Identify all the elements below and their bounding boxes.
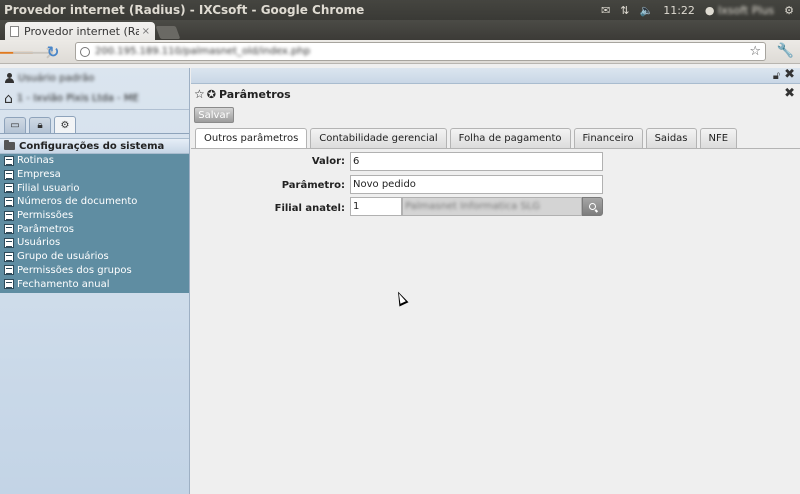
main-topbar: 🔓︎ ✖ bbox=[191, 67, 800, 84]
reload-icon[interactable]: ↻ bbox=[43, 42, 63, 62]
os-top-panel: Provedor internet (Radius) - IXCsoft - G… bbox=[0, 0, 800, 20]
filial-search-button[interactable] bbox=[582, 197, 603, 216]
forward-arrow-icon[interactable]: 🡒 bbox=[12, 42, 55, 62]
sidebar-item-permissoes[interactable]: Permissões bbox=[0, 209, 189, 223]
window-tab-icon[interactable]: ▭ bbox=[4, 117, 26, 133]
tab-folha-pagamento[interactable]: Folha de pagamento bbox=[449, 128, 571, 148]
browser-toolbar: 🡐 🡒 ↻ 200.195.189.110/palmasnet_old/inde… bbox=[0, 40, 800, 64]
document-icon bbox=[4, 224, 14, 235]
settings-tab-gear-icon[interactable]: ⚙ bbox=[54, 116, 76, 133]
window-header: ☆ ✪ Parâmetros ✖ bbox=[191, 84, 800, 104]
volume-icon[interactable]: 🔈 bbox=[640, 4, 654, 17]
document-icon bbox=[4, 183, 14, 194]
sidebar-item-permissoes-grupos[interactable]: Permissões dos grupos bbox=[0, 264, 189, 278]
sidebar-item-label: Fechamento anual bbox=[17, 278, 110, 290]
tab-divider bbox=[191, 148, 800, 149]
address-bar[interactable]: 200.195.189.110/palmasnet_old/index.php … bbox=[75, 42, 766, 61]
close-all-icon[interactable]: ✖ bbox=[784, 67, 795, 82]
sidebar-item-label: Parâmetros bbox=[17, 223, 74, 235]
sidebar-item-label: Grupo de usuários bbox=[17, 251, 109, 263]
sidebar-item-empresa[interactable]: Empresa bbox=[0, 168, 189, 182]
sidebar-item-parametros[interactable]: Parâmetros bbox=[0, 222, 189, 236]
close-icon[interactable]: ✖ bbox=[784, 86, 795, 101]
power-gear-icon[interactable]: ⚙ bbox=[784, 4, 794, 17]
sidebar: Usuário padrão ⌂ 1 - Ixvião Pixis Ltda -… bbox=[0, 68, 190, 494]
user-name: Ixsoft Plus bbox=[718, 3, 775, 17]
valor-label: Valor: bbox=[311, 156, 345, 167]
user-row: Usuário padrão bbox=[0, 68, 189, 88]
user-icon bbox=[5, 73, 14, 83]
filial-id-field[interactable]: 1 bbox=[350, 197, 402, 216]
page-title: Parâmetros bbox=[218, 87, 291, 101]
sidebar-item-grupo-usuarios[interactable]: Grupo de usuários bbox=[0, 250, 189, 264]
page-icon bbox=[10, 25, 19, 37]
parametro-field[interactable]: Novo pedido bbox=[350, 175, 603, 194]
document-icon bbox=[4, 279, 14, 290]
bookmark-star-icon[interactable]: ☆ bbox=[749, 44, 761, 59]
filial-name-text: Palmasnet Informatica SLG bbox=[405, 201, 541, 212]
browser-tabstrip: Provedor internet (Radius) × bbox=[0, 20, 800, 40]
sidebar-item-rotinas[interactable]: Rotinas bbox=[0, 154, 189, 168]
sidebar-item-label: Rotinas bbox=[17, 155, 54, 167]
sidebar-item-numeros-documento[interactable]: Números de documento bbox=[0, 195, 189, 209]
document-icon bbox=[4, 210, 14, 221]
document-icon bbox=[4, 155, 14, 166]
browser-tab[interactable]: Provedor internet (Radius) × bbox=[5, 22, 155, 40]
tab-nfe[interactable]: NFE bbox=[699, 128, 738, 148]
browser-tab-title: Provedor internet (Radius) bbox=[24, 24, 139, 38]
section-header[interactable]: Configurações do sistema bbox=[0, 138, 189, 154]
user-icon: ● bbox=[704, 3, 715, 17]
settings-menu: Rotinas Empresa Filial usuario Números d… bbox=[0, 154, 189, 293]
document-icon bbox=[4, 237, 14, 248]
wrench-menu-icon[interactable]: 🔧 bbox=[777, 43, 794, 59]
cog-icon: ✪ bbox=[206, 87, 216, 101]
new-tab-button[interactable] bbox=[155, 26, 181, 39]
folder-icon bbox=[4, 140, 15, 150]
parametro-label: Parâmetro: bbox=[281, 180, 345, 191]
tab-saidas[interactable]: Saidas bbox=[645, 128, 697, 148]
unlock-icon[interactable]: 🔓︎ bbox=[773, 69, 780, 83]
sidebar-item-usuarios[interactable]: Usuários bbox=[0, 236, 189, 250]
document-icon bbox=[4, 265, 14, 276]
lock-tab-icon[interactable]: 🔒︎ bbox=[29, 117, 51, 133]
page-info-icon[interactable] bbox=[80, 46, 90, 57]
window-title: Provedor internet (Radius) - IXCsoft - G… bbox=[4, 3, 365, 17]
filial-anatel-label: Filial anatel: bbox=[274, 203, 345, 214]
search-icon bbox=[589, 203, 596, 210]
sidebar-item-label: Filial usuario bbox=[17, 182, 80, 194]
tabs-bar: Outros parâmetros Contabilidade gerencia… bbox=[195, 128, 738, 148]
company-row: ⌂ 1 - Ixvião Pixis Ltda - ME bbox=[0, 88, 189, 110]
company-label: 1 - Ixvião Pixis Ltda - ME bbox=[16, 93, 139, 104]
sidebar-tabs: ▭ 🔒︎ ⚙ bbox=[0, 114, 189, 134]
system-tray: ✉ ⇅ 🔈 11:22 ● Ixsoft Plus ⚙ bbox=[601, 4, 800, 17]
network-icon[interactable]: ⇅ bbox=[620, 4, 629, 17]
url-text: 200.195.189.110/palmasnet_old/index.php bbox=[95, 46, 311, 57]
sidebar-item-label: Permissões bbox=[17, 210, 74, 222]
sidebar-item-label: Usuários bbox=[17, 237, 61, 249]
sidebar-item-label: Permissões dos grupos bbox=[17, 264, 132, 276]
tab-financeiro[interactable]: Financeiro bbox=[573, 128, 643, 148]
favorite-star-icon[interactable]: ☆ bbox=[194, 87, 205, 101]
main-panel: 🔓︎ ✖ ☆ ✪ Parâmetros ✖ Salvar Outros parâ… bbox=[191, 67, 800, 494]
filial-name-field: Palmasnet Informatica SLG bbox=[402, 197, 582, 216]
sidebar-item-fechamento-anual[interactable]: Fechamento anual bbox=[0, 277, 189, 291]
document-icon bbox=[4, 169, 14, 180]
sidebar-item-label: Empresa bbox=[17, 169, 61, 181]
mail-icon[interactable]: ✉ bbox=[601, 4, 610, 17]
user-label: Usuário padrão bbox=[18, 72, 95, 84]
document-icon bbox=[4, 251, 14, 262]
home-icon: ⌂ bbox=[4, 90, 13, 107]
save-button[interactable]: Salvar bbox=[194, 107, 234, 123]
clock[interactable]: 11:22 bbox=[663, 4, 695, 17]
user-menu[interactable]: ● Ixsoft Plus bbox=[705, 4, 774, 17]
sidebar-item-filial-usuario[interactable]: Filial usuario bbox=[0, 181, 189, 195]
section-title: Configurações do sistema bbox=[19, 140, 165, 152]
tab-close-icon[interactable]: × bbox=[142, 26, 150, 37]
document-icon bbox=[4, 196, 14, 207]
tab-contabilidade-gerencial[interactable]: Contabilidade gerencial bbox=[310, 128, 447, 148]
tab-outros-parametros[interactable]: Outros parâmetros bbox=[195, 128, 308, 148]
valor-field[interactable]: 6 bbox=[350, 152, 603, 171]
sidebar-item-label: Números de documento bbox=[17, 196, 138, 208]
